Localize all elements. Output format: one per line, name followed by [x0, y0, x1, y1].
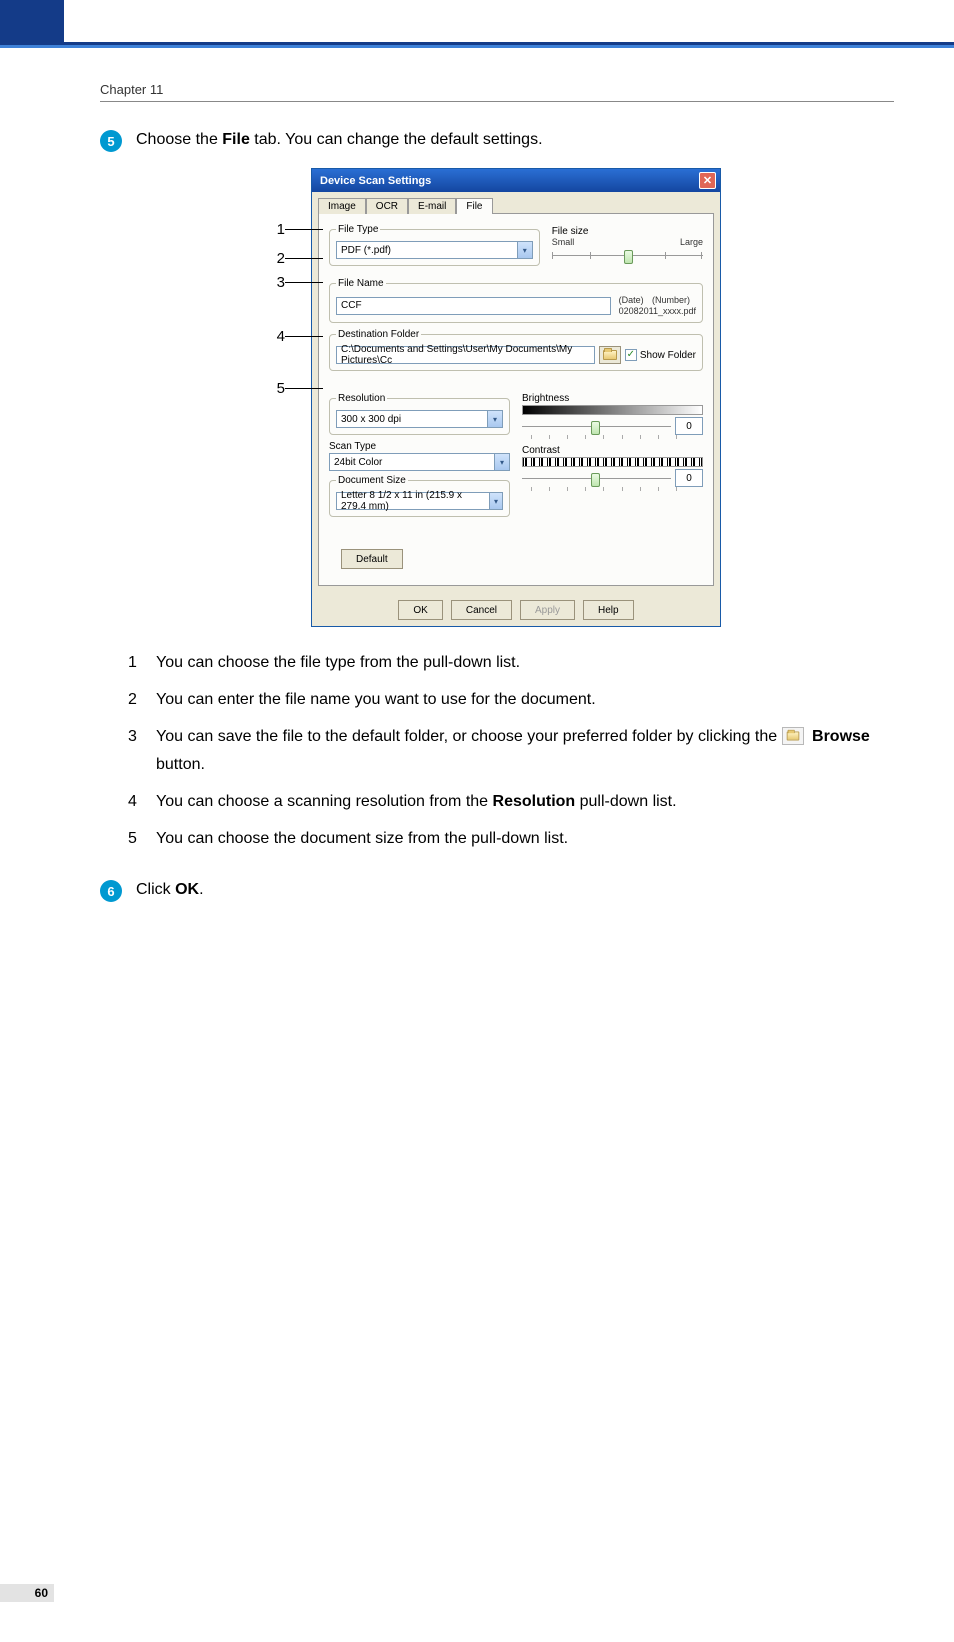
contrast-label: Contrast	[522, 445, 703, 456]
dialog-title: Device Scan Settings	[316, 175, 431, 187]
file-type-select[interactable]: PDF (*.pdf)▾	[336, 241, 533, 259]
brightness-value[interactable]: 0	[675, 417, 703, 435]
callout-3: 3	[273, 274, 285, 291]
chevron-down-icon: ▾	[517, 242, 532, 258]
list-item: 4 You can choose a scanning resolution f…	[128, 788, 894, 815]
scan-type-select[interactable]: 24bit Color▾	[329, 453, 510, 471]
dest-folder-label: Destination Folder	[336, 329, 421, 340]
folder-icon	[603, 350, 617, 360]
step-5-text: Choose the File tab. You can change the …	[136, 128, 894, 152]
file-size-large: Large	[680, 237, 703, 247]
contrast-gradient	[522, 457, 703, 467]
list-item: 5 You can choose the document size from …	[128, 825, 894, 852]
apply-button[interactable]: Apply	[520, 600, 575, 620]
file-name-input[interactable]: CCF	[336, 297, 611, 315]
list-item: 3 You can save the file to the default f…	[128, 723, 894, 777]
page-number-bar: 60	[0, 1584, 54, 1602]
tab-email[interactable]: E-mail	[408, 198, 456, 214]
file-name-label: File Name	[336, 278, 386, 289]
cancel-button[interactable]: Cancel	[451, 600, 512, 620]
help-button[interactable]: Help	[583, 600, 634, 620]
date-label: (Date)	[619, 295, 644, 305]
tab-image[interactable]: Image	[318, 198, 366, 214]
chevron-down-icon: ▾	[489, 493, 502, 509]
chevron-down-icon: ▾	[487, 411, 502, 427]
list-item: 2 You can enter the file name you want t…	[128, 686, 894, 713]
default-button[interactable]: Default	[341, 549, 403, 569]
resolution-label: Resolution	[336, 393, 387, 404]
step-6-text: Click OK.	[136, 878, 894, 902]
page-number: 60	[35, 1586, 48, 1600]
brightness-gradient	[522, 405, 703, 415]
step-badge-6: 6	[100, 880, 122, 902]
browse-button[interactable]	[599, 346, 621, 364]
chapter-rule	[100, 101, 894, 102]
show-folder-checkbox[interactable]: ✓ Show Folder	[625, 349, 696, 361]
file-type-label: File Type	[336, 224, 380, 235]
callout-4: 4	[273, 328, 285, 345]
list-item: 1 You can choose the file type from the …	[128, 649, 894, 676]
chapter-label: Chapter 11	[100, 82, 894, 97]
tab-file[interactable]: File	[456, 198, 492, 214]
filename-suffix: 02082011_xxxx.pdf	[619, 306, 696, 316]
callout-2: 2	[273, 250, 285, 267]
close-icon[interactable]: ✕	[699, 172, 716, 189]
doc-size-select[interactable]: Letter 8 1/2 x 11 in (215.9 x 279.4 mm)▾	[336, 492, 503, 510]
device-scan-settings-dialog: Device Scan Settings ✕ Image OCR E-mail …	[311, 168, 721, 627]
callout-1: 1	[273, 221, 285, 238]
contrast-slider[interactable]	[522, 472, 671, 486]
scan-type-label: Scan Type	[329, 441, 510, 452]
step-badge-5: 5	[100, 130, 122, 152]
doc-size-label: Document Size	[336, 475, 408, 486]
dest-folder-input[interactable]: C:\Documents and Settings\User\My Docume…	[336, 346, 595, 364]
check-icon: ✓	[625, 349, 637, 361]
contrast-value[interactable]: 0	[675, 469, 703, 487]
number-label: (Number)	[652, 295, 690, 305]
resolution-select[interactable]: 300 x 300 dpi▾	[336, 410, 503, 428]
tab-ocr[interactable]: OCR	[366, 198, 408, 214]
brightness-label: Brightness	[522, 393, 703, 404]
file-size-slider[interactable]	[552, 249, 703, 263]
chevron-down-icon: ▾	[494, 454, 509, 470]
file-size-label: File size	[552, 226, 589, 237]
callout-5: 5	[273, 380, 285, 397]
folder-icon	[782, 727, 804, 745]
brightness-slider[interactable]	[522, 420, 671, 434]
ok-button[interactable]: OK	[398, 600, 442, 620]
file-size-small: Small	[552, 237, 575, 247]
dialog-titlebar[interactable]: Device Scan Settings ✕	[312, 169, 720, 192]
